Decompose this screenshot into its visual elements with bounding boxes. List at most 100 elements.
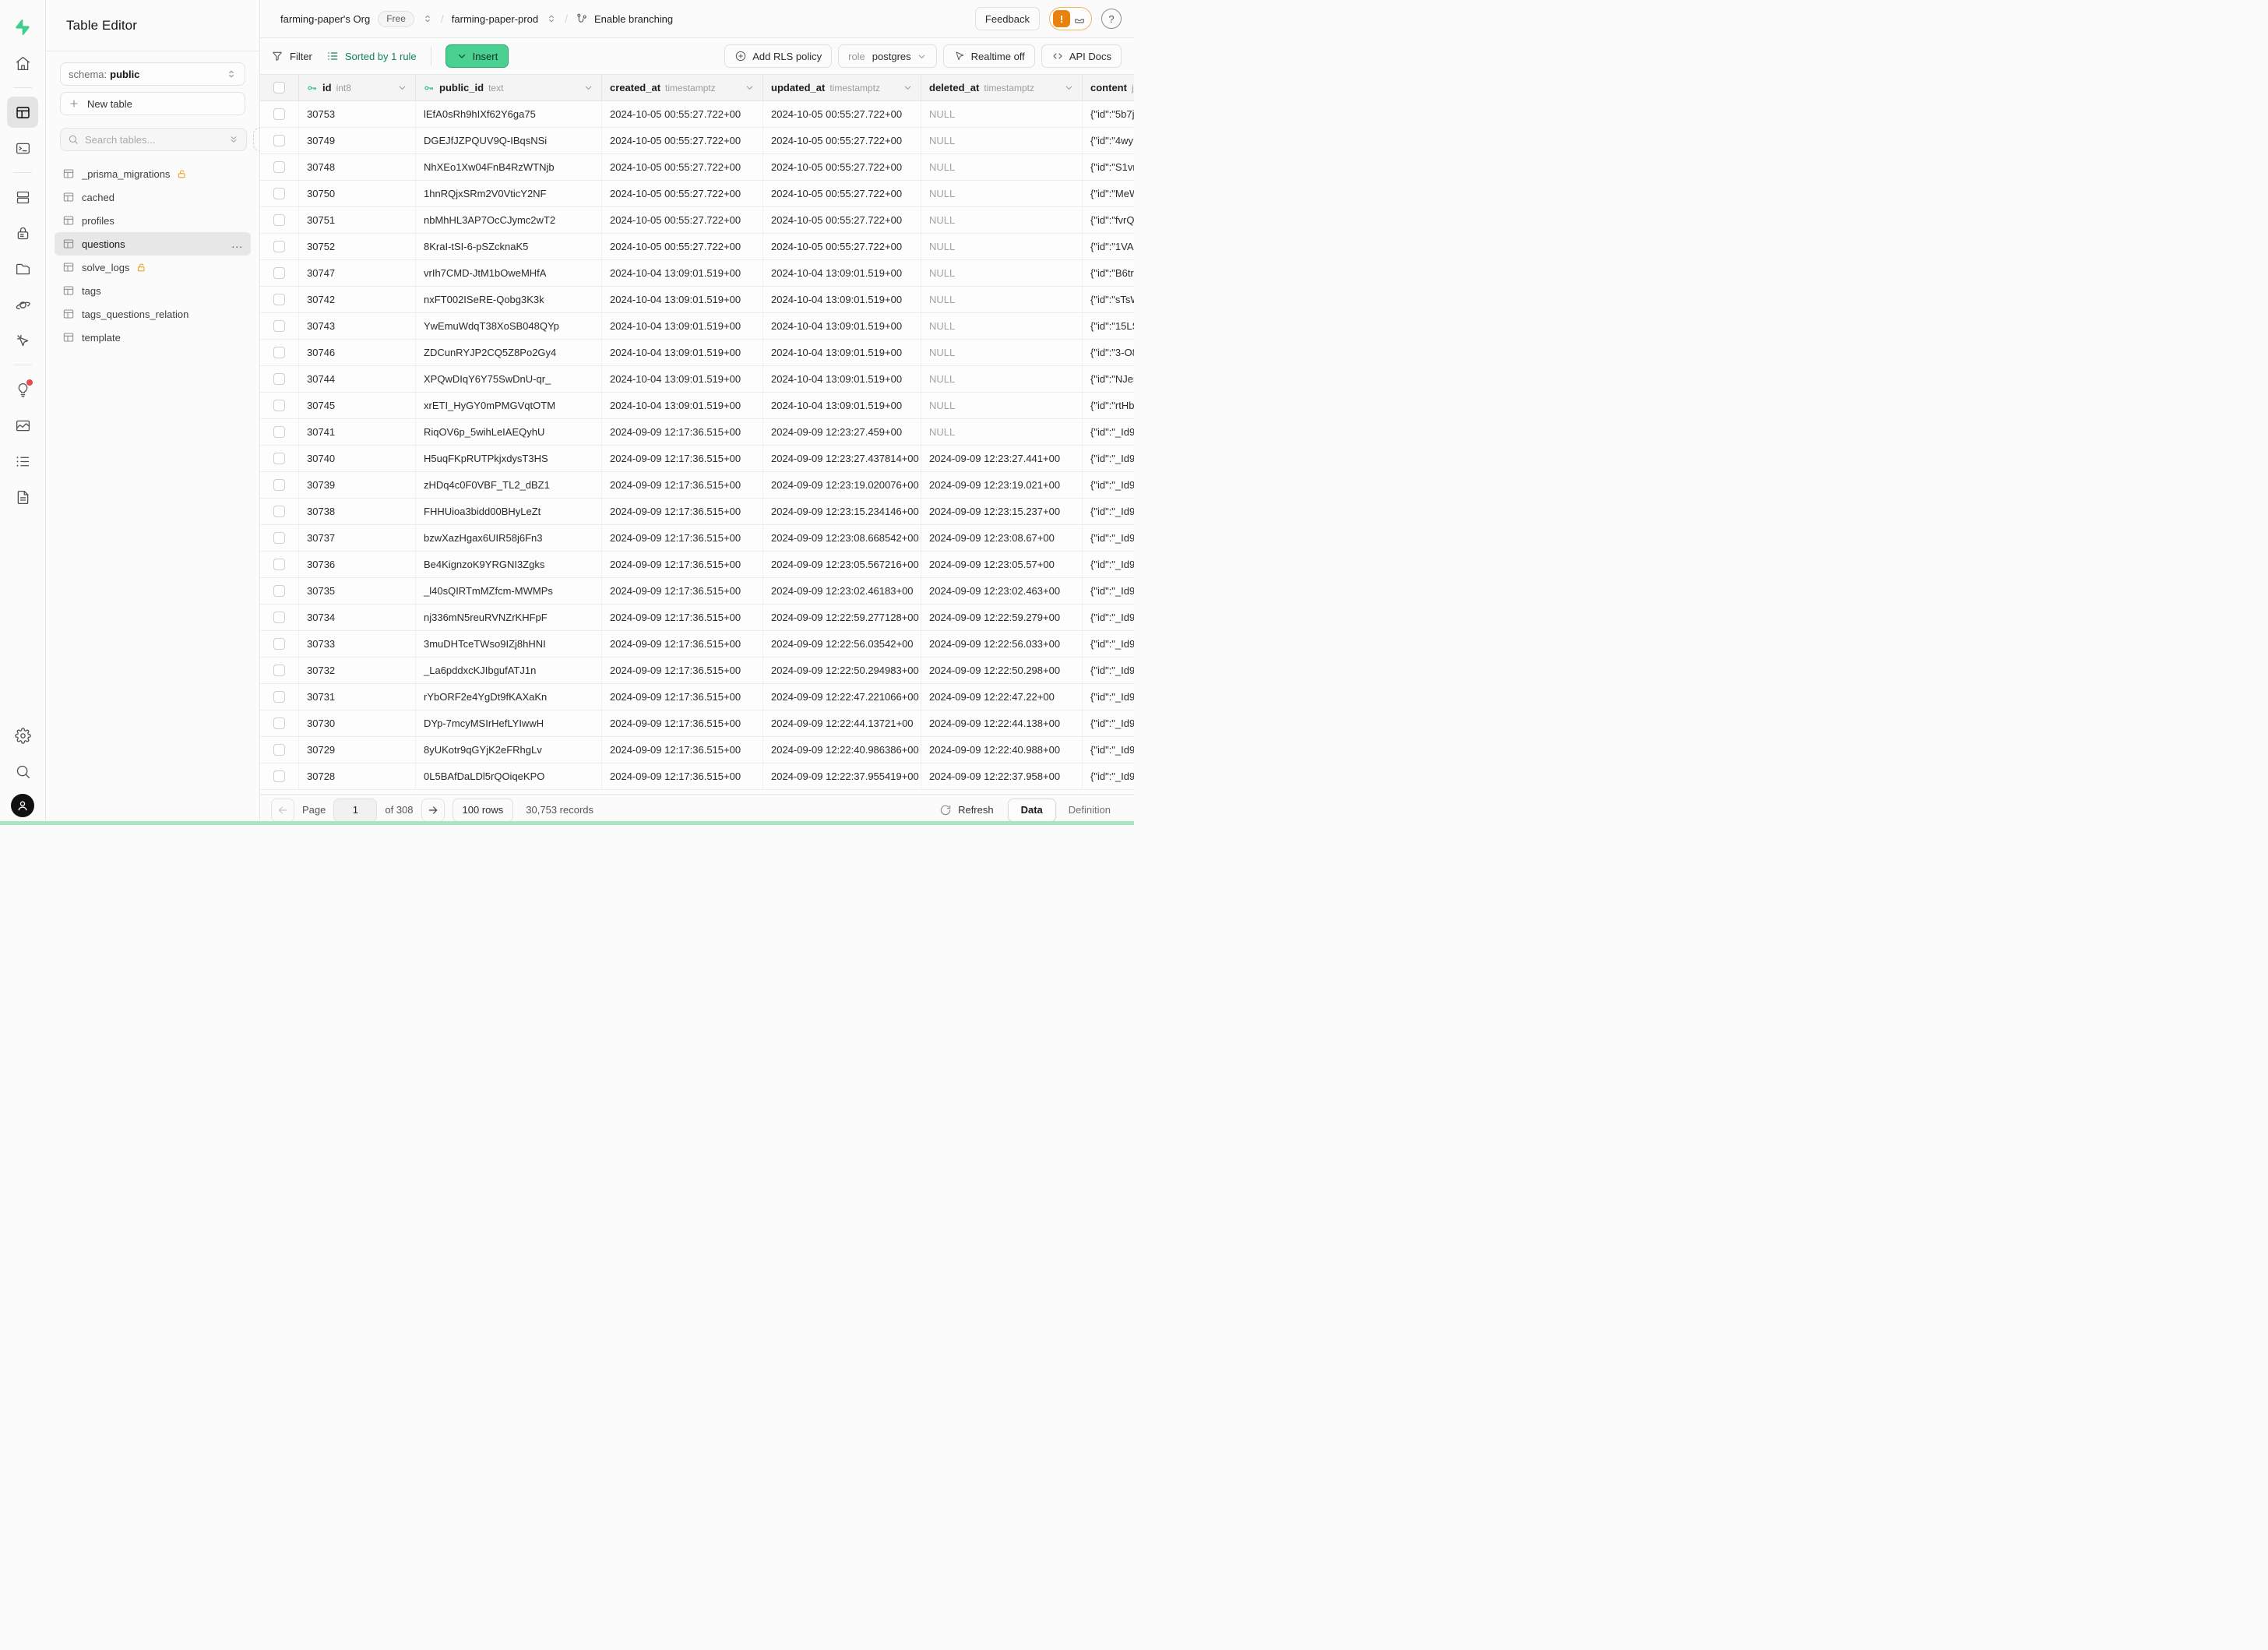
cell-deleted_at[interactable]: 2024-09-09 12:22:44.138+00: [921, 710, 1083, 736]
cell-public_id[interactable]: Be4KignzoK9YRGNI3Zgks: [416, 552, 602, 577]
cell-created_at[interactable]: 2024-10-04 13:09:01.519+00: [602, 260, 763, 286]
cell-deleted_at[interactable]: 2024-09-09 12:23:27.441+00: [921, 446, 1083, 471]
sidebar-table-item[interactable]: questions...: [55, 232, 251, 256]
column-header-id[interactable]: idint8: [299, 75, 416, 100]
cell-deleted_at[interactable]: 2024-09-09 12:22:37.958+00: [921, 763, 1083, 789]
sidebar-table-item[interactable]: _prisma_migrations: [55, 162, 251, 185]
cell-content[interactable]: {"id":"_Id9aLyJpMHQLaiQC: [1083, 499, 1134, 524]
cell-deleted_at[interactable]: NULL: [921, 287, 1083, 312]
cell-public_id[interactable]: NhXEo1Xw04FnB4RzWTNjb: [416, 154, 602, 180]
cell-content[interactable]: {"id":"1VASb3phnXXkQPCpv: [1083, 234, 1134, 259]
row-checkbox[interactable]: [273, 453, 285, 464]
cell-content[interactable]: {"id":"rtHbLpgB8V11LUK7152: [1083, 393, 1134, 418]
cell-created_at[interactable]: 2024-10-05 00:55:27.722+00: [602, 234, 763, 259]
cell-deleted_at[interactable]: 2024-09-09 12:23:02.463+00: [921, 578, 1083, 604]
cell-public_id[interactable]: nxFT002ISeRE-Qobg3K3k: [416, 287, 602, 312]
cell-deleted_at[interactable]: NULL: [921, 340, 1083, 365]
cell-content[interactable]: {"id":"3-O8cn_xPgs0cVxqKE: [1083, 340, 1134, 365]
cell-content[interactable]: {"id":"_Id9aLyJpMHQLaiQC: [1083, 763, 1134, 789]
cell-updated_at[interactable]: 2024-09-09 12:23:08.668542+00: [763, 525, 921, 551]
cell-created_at[interactable]: 2024-09-09 12:17:36.515+00: [602, 631, 763, 657]
cell-id[interactable]: 30731: [299, 684, 416, 710]
cell-deleted_at[interactable]: NULL: [921, 234, 1083, 259]
cell-updated_at[interactable]: 2024-09-09 12:22:50.294983+00: [763, 658, 921, 683]
cell-updated_at[interactable]: 2024-09-09 12:23:27.459+00: [763, 419, 921, 445]
cell-created_at[interactable]: 2024-09-09 12:17:36.515+00: [602, 552, 763, 577]
column-header-public_id[interactable]: public_idtext: [416, 75, 602, 100]
row-checkbox[interactable]: [273, 638, 285, 650]
cell-content[interactable]: {"id":"fvrQ1bXoJ6XaAD08G: [1083, 207, 1134, 233]
cell-deleted_at[interactable]: 2024-09-09 12:23:15.237+00: [921, 499, 1083, 524]
cell-updated_at[interactable]: 2024-10-05 00:55:27.722+00: [763, 154, 921, 180]
breadcrumb-project[interactable]: farming-paper-prod: [452, 13, 538, 25]
row-checkbox[interactable]: [273, 188, 285, 199]
cell-id[interactable]: 30749: [299, 128, 416, 153]
storage-folder-icon[interactable]: [7, 253, 38, 284]
row-checkbox[interactable]: [273, 770, 285, 782]
cell-public_id[interactable]: rYbORF2e4YgDt9fKAXaKn: [416, 684, 602, 710]
cell-content[interactable]: {"id":"_Id9aLyJpMHQLaiQC: [1083, 710, 1134, 736]
cell-created_at[interactable]: 2024-09-09 12:17:36.515+00: [602, 446, 763, 471]
advisors-lightbulb-icon[interactable]: [7, 374, 38, 405]
cell-id[interactable]: 30743: [299, 313, 416, 339]
cell-public_id[interactable]: _l40sQIRTmMZfcm-MWMPs: [416, 578, 602, 604]
cell-content[interactable]: {"id":"5b7j5Pz9WHBNmY_A: [1083, 101, 1134, 127]
cell-id[interactable]: 30745: [299, 393, 416, 418]
tab-definition[interactable]: Definition: [1058, 799, 1122, 822]
help-button[interactable]: ?: [1101, 9, 1122, 29]
cell-id[interactable]: 30748: [299, 154, 416, 180]
cell-deleted_at[interactable]: 2024-09-09 12:22:50.298+00: [921, 658, 1083, 683]
cell-content[interactable]: {"id":"4wyNgK55lOfrpmYZc: [1083, 128, 1134, 153]
filter-button[interactable]: Filter: [271, 50, 312, 62]
cell-created_at[interactable]: 2024-09-09 12:17:36.515+00: [602, 737, 763, 763]
row-checkbox[interactable]: [273, 691, 285, 703]
cell-content[interactable]: {"id":"_Id9aLyJpMHQLaiQC: [1083, 525, 1134, 551]
row-checkbox[interactable]: [273, 665, 285, 676]
sidebar-table-item[interactable]: template: [55, 326, 251, 349]
cell-content[interactable]: {"id":"sTsWaLCPsVA2WuK2: [1083, 287, 1134, 312]
cell-deleted_at[interactable]: NULL: [921, 154, 1083, 180]
cell-public_id[interactable]: 3muDHTceTWso9IZj8hHNI: [416, 631, 602, 657]
tab-data[interactable]: Data: [1008, 799, 1056, 822]
breadcrumb-org[interactable]: farming-paper's Org: [280, 13, 370, 25]
chevrons-up-down-icon[interactable]: [546, 13, 557, 24]
cell-deleted_at[interactable]: 2024-09-09 12:22:59.279+00: [921, 605, 1083, 630]
column-header-updated_at[interactable]: updated_attimestamptz: [763, 75, 921, 100]
cell-content[interactable]: {"id":"15LSIyT0JGMf3Kl4Vn: [1083, 313, 1134, 339]
cell-id[interactable]: 30728: [299, 763, 416, 789]
cell-created_at[interactable]: 2024-09-09 12:17:36.515+00: [602, 605, 763, 630]
cell-id[interactable]: 30750: [299, 181, 416, 206]
cell-deleted_at[interactable]: 2024-09-09 12:22:40.988+00: [921, 737, 1083, 763]
cell-created_at[interactable]: 2024-10-05 00:55:27.722+00: [602, 128, 763, 153]
cell-created_at[interactable]: 2024-09-09 12:17:36.515+00: [602, 419, 763, 445]
cell-created_at[interactable]: 2024-10-05 00:55:27.722+00: [602, 154, 763, 180]
cell-id[interactable]: 30730: [299, 710, 416, 736]
row-checkbox[interactable]: [273, 267, 285, 279]
cell-updated_at[interactable]: 2024-10-04 13:09:01.519+00: [763, 260, 921, 286]
cell-content[interactable]: {"id":"MeWCriorTPopA4Kc9: [1083, 181, 1134, 206]
row-checkbox[interactable]: [273, 532, 285, 544]
search-icon[interactable]: [7, 756, 38, 787]
cell-deleted_at[interactable]: 2024-09-09 12:22:56.033+00: [921, 631, 1083, 657]
cell-created_at[interactable]: 2024-09-09 12:17:36.515+00: [602, 472, 763, 498]
cell-deleted_at[interactable]: NULL: [921, 181, 1083, 206]
row-checkbox[interactable]: [273, 241, 285, 252]
cell-updated_at[interactable]: 2024-09-09 12:22:40.986386+00: [763, 737, 921, 763]
cell-updated_at[interactable]: 2024-10-04 13:09:01.519+00: [763, 366, 921, 392]
chevron-down-icon[interactable]: [1064, 83, 1074, 93]
sidebar-table-item[interactable]: cached: [55, 185, 251, 209]
cell-created_at[interactable]: 2024-09-09 12:17:36.515+00: [602, 763, 763, 789]
cell-content[interactable]: {"id":"_Id9aLyJpMHQLaiQC: [1083, 605, 1134, 630]
sidebar-table-item[interactable]: tags: [55, 279, 251, 302]
cell-updated_at[interactable]: 2024-09-09 12:23:02.46183+00: [763, 578, 921, 604]
cell-id[interactable]: 30741: [299, 419, 416, 445]
cell-created_at[interactable]: 2024-10-05 00:55:27.722+00: [602, 181, 763, 206]
cell-id[interactable]: 30746: [299, 340, 416, 365]
chevron-down-icon[interactable]: [583, 83, 593, 93]
row-checkbox[interactable]: [273, 294, 285, 305]
cell-updated_at[interactable]: 2024-10-04 13:09:01.519+00: [763, 340, 921, 365]
cell-public_id[interactable]: 8yUKotr9qGYjK2eFRhgLv: [416, 737, 602, 763]
row-checkbox[interactable]: [273, 612, 285, 623]
cell-content[interactable]: {"id":"_Id9aLyJpMHQLaiQC: [1083, 578, 1134, 604]
refresh-button[interactable]: Refresh: [939, 804, 994, 816]
